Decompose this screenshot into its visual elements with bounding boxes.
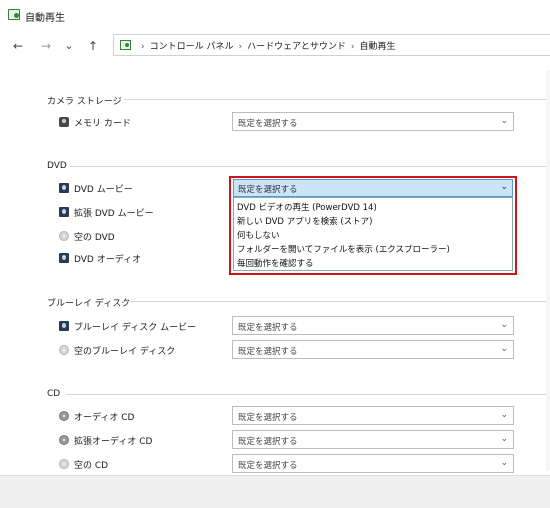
group-divider (124, 99, 550, 100)
address-bar[interactable]: › コントロール パネル › ハードウェアとサウンド › 自動再生 (113, 34, 550, 56)
enhanced-dvd-movie-label: 拡張 DVD ムービー (74, 209, 154, 219)
chevron-down-icon: ⌄ (500, 344, 508, 354)
chevron-down-icon: ⌄ (500, 458, 508, 468)
breadcrumb-separator: › (350, 42, 355, 52)
dvd-movie-label: DVD ムービー (74, 185, 133, 195)
dropdown-option-open-folder[interactable]: フォルダーを開いてファイルを表示 (エクスプローラー) (237, 243, 450, 255)
dvd-icon (59, 253, 69, 263)
enhanced-audio-cd-label: 拡張オーディオ CD (74, 437, 153, 447)
disc-icon (59, 459, 69, 469)
memory-card-label: メモリ カード (74, 119, 131, 129)
window-title: 自動再生 (25, 13, 65, 24)
control-panel-icon (120, 40, 131, 50)
blank-cd-label: 空の CD (74, 461, 109, 471)
group-bluray-heading: ブルーレイ ディスク (47, 299, 131, 309)
dvd-icon (59, 321, 69, 331)
group-divider (66, 394, 550, 395)
dropdown-option-play-dvd[interactable]: DVD ビデオの再生 (PowerDVD 14) (237, 201, 377, 213)
bluray-movie-select[interactable]: 既定を選択する ⌄ (232, 316, 514, 335)
breadcrumb-item-control-panel[interactable]: コントロール パネル (150, 42, 234, 52)
up-arrow-icon[interactable]: ↑ (85, 38, 101, 54)
enhanced-audio-cd-select[interactable]: 既定を選択する ⌄ (232, 430, 514, 449)
dvd-audio-label: DVD オーディオ (74, 255, 142, 265)
select-value: 既定を選択する (238, 347, 298, 357)
forward-arrow-icon[interactable]: → (38, 38, 54, 54)
chevron-down-icon: ⌄ (500, 116, 508, 126)
group-divider (122, 301, 550, 302)
autoplay-app-icon (8, 9, 20, 20)
back-arrow-icon[interactable]: ← (10, 38, 26, 54)
group-divider (70, 166, 550, 167)
bluray-movie-label: ブルーレイ ディスク ムービー (74, 323, 197, 333)
disc-icon (59, 345, 69, 355)
group-dvd-heading: DVD (47, 161, 67, 171)
audio-cd-select[interactable]: 既定を選択する ⌄ (232, 406, 514, 425)
chevron-down-icon: ⌄ (500, 182, 508, 192)
chevron-down-icon: ⌄ (500, 410, 508, 420)
footer-bar (0, 475, 550, 508)
select-value: 既定を選択する (238, 119, 298, 129)
blank-cd-select[interactable]: 既定を選択する ⌄ (232, 454, 514, 473)
cd-icon (59, 411, 69, 421)
breadcrumb-item-autoplay[interactable]: 自動再生 (360, 42, 396, 52)
chevron-down-icon: ⌄ (500, 434, 508, 444)
memory-card-select[interactable]: 既定を選択する ⌄ (232, 112, 514, 131)
title-bar: 自動再生 (0, 0, 550, 30)
group-camera-storage-heading: カメラ ストレージ (47, 97, 122, 107)
chevron-down-icon: ⌄ (500, 320, 508, 330)
dvd-icon (59, 183, 69, 193)
audio-cd-label: オーディオ CD (74, 413, 135, 423)
dropdown-option-take-no-action[interactable]: 何もしない (237, 229, 280, 241)
breadcrumb-separator: › (238, 42, 243, 52)
breadcrumb-separator: › (141, 42, 145, 52)
select-value: 既定を選択する (238, 437, 298, 447)
camera-icon (59, 117, 69, 127)
breadcrumb-item-hardware-sound[interactable]: ハードウェアとサウンド (247, 42, 346, 52)
select-value: 既定を選択する (238, 461, 298, 471)
blank-bluray-label: 空のブルーレイ ディスク (74, 347, 176, 357)
breadcrumb: › コントロール パネル › ハードウェアとサウンド › 自動再生 (136, 39, 396, 52)
vertical-scrollbar[interactable] (546, 70, 550, 470)
select-value: 既定を選択する (238, 413, 298, 423)
group-cd-heading: CD (47, 389, 61, 399)
dropdown-option-ask-every-time[interactable]: 毎回動作を確認する (237, 257, 314, 269)
dvd-icon (59, 207, 69, 217)
dvd-movie-dropdown-list: DVD ビデオの再生 (PowerDVD 14) 新しい DVD アプリを検索 … (233, 197, 513, 271)
dvd-movie-select[interactable]: 既定を選択する ⌄ (233, 179, 513, 197)
disc-icon (59, 231, 69, 241)
select-value: 既定を選択する (238, 323, 298, 333)
select-value: 既定を選択する (238, 185, 298, 195)
cd-icon (59, 435, 69, 445)
blank-dvd-label: 空の DVD (74, 233, 115, 243)
blank-bluray-select[interactable]: 既定を選択する ⌄ (232, 340, 514, 359)
recent-locations-chevron-icon[interactable]: ⌄ (61, 38, 77, 54)
dropdown-option-find-app[interactable]: 新しい DVD アプリを検索 (ストア) (237, 215, 373, 227)
